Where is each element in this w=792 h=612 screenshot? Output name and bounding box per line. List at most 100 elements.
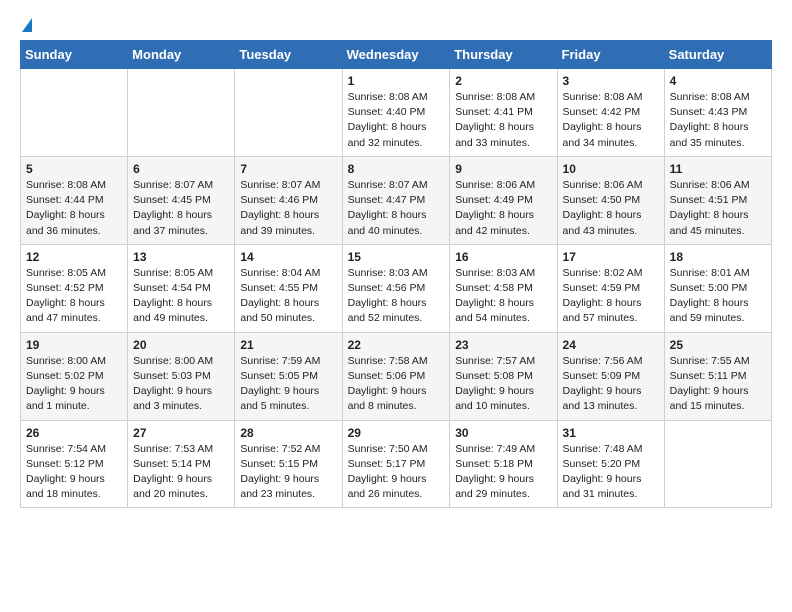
day-number: 21 <box>240 338 336 352</box>
day-info: Sunrise: 8:05 AM Sunset: 4:52 PM Dayligh… <box>26 266 122 327</box>
day-info: Sunrise: 8:03 AM Sunset: 4:58 PM Dayligh… <box>455 266 551 327</box>
day-number: 25 <box>670 338 766 352</box>
day-info: Sunrise: 7:57 AM Sunset: 5:08 PM Dayligh… <box>455 354 551 415</box>
calendar-cell: 12 Sunrise: 8:05 AM Sunset: 4:52 PM Dayli… <box>21 244 128 332</box>
calendar-table: SundayMondayTuesdayWednesdayThursdayFrid… <box>20 40 772 508</box>
calendar-header-row: SundayMondayTuesdayWednesdayThursdayFrid… <box>21 41 772 69</box>
day-number: 1 <box>348 74 445 88</box>
header <box>20 18 772 30</box>
day-info: Sunrise: 7:56 AM Sunset: 5:09 PM Dayligh… <box>563 354 659 415</box>
calendar-cell: 3Sunrise: 8:08 AM Sunset: 4:42 PM Daylig… <box>557 69 664 157</box>
calendar-week-row: 26 Sunrise: 7:54 AM Sunset: 5:12 PM Dayli… <box>21 420 772 508</box>
day-info: Sunrise: 8:02 AM Sunset: 4:59 PM Dayligh… <box>563 266 659 327</box>
day-number: 23 <box>455 338 551 352</box>
day-number: 27 <box>133 426 229 440</box>
day-number: 16 <box>455 250 551 264</box>
day-number: 20 <box>133 338 229 352</box>
calendar-cell: 26 Sunrise: 7:54 AM Sunset: 5:12 PM Dayli… <box>21 420 128 508</box>
day-number: 11 <box>670 162 766 176</box>
day-number: 10 <box>563 162 659 176</box>
day-info: Sunrise: 7:54 AM Sunset: 5:12 PM Dayligh… <box>26 442 122 503</box>
day-number: 5 <box>26 162 122 176</box>
day-number: 13 <box>133 250 229 264</box>
logo <box>20 18 32 30</box>
calendar-week-row: 19 Sunrise: 8:00 AM Sunset: 5:02 PM Dayli… <box>21 332 772 420</box>
calendar-week-row: 1 Sunrise: 8:08 AM Sunset: 4:40 PM Daylig… <box>21 69 772 157</box>
calendar-cell: 4Sunrise: 8:08 AM Sunset: 4:43 PM Daylig… <box>664 69 771 157</box>
day-info: Sunrise: 7:48 AM Sunset: 5:20 PM Dayligh… <box>563 442 659 503</box>
calendar-header-thursday: Thursday <box>450 41 557 69</box>
calendar-cell <box>128 69 235 157</box>
calendar-cell: 16 Sunrise: 8:03 AM Sunset: 4:58 PM Dayli… <box>450 244 557 332</box>
calendar-cell: 14Sunrise: 8:04 AM Sunset: 4:55 PM Dayli… <box>235 244 342 332</box>
calendar-cell: 8Sunrise: 8:07 AM Sunset: 4:47 PM Daylig… <box>342 156 450 244</box>
calendar-cell: 27 Sunrise: 7:53 AM Sunset: 5:14 PM Dayli… <box>128 420 235 508</box>
calendar-cell: 23 Sunrise: 7:57 AM Sunset: 5:08 PM Dayli… <box>450 332 557 420</box>
day-info: Sunrise: 7:49 AM Sunset: 5:18 PM Dayligh… <box>455 442 551 503</box>
calendar-header-saturday: Saturday <box>664 41 771 69</box>
calendar-cell: 18Sunrise: 8:01 AM Sunset: 5:00 PM Dayli… <box>664 244 771 332</box>
calendar-cell: 9 Sunrise: 8:06 AM Sunset: 4:49 PM Daylig… <box>450 156 557 244</box>
day-info: Sunrise: 8:03 AM Sunset: 4:56 PM Dayligh… <box>348 266 445 327</box>
day-number: 2 <box>455 74 551 88</box>
calendar-cell <box>664 420 771 508</box>
calendar-header-tuesday: Tuesday <box>235 41 342 69</box>
day-info: Sunrise: 8:00 AM Sunset: 5:02 PM Dayligh… <box>26 354 122 415</box>
calendar-cell: 6Sunrise: 8:07 AM Sunset: 4:45 PM Daylig… <box>128 156 235 244</box>
day-info: Sunrise: 8:08 AM Sunset: 4:41 PM Dayligh… <box>455 90 551 151</box>
day-number: 12 <box>26 250 122 264</box>
calendar-cell <box>21 69 128 157</box>
calendar-cell: 21 Sunrise: 7:59 AM Sunset: 5:05 PM Dayli… <box>235 332 342 420</box>
day-number: 17 <box>563 250 659 264</box>
day-number: 24 <box>563 338 659 352</box>
day-number: 9 <box>455 162 551 176</box>
calendar-header-friday: Friday <box>557 41 664 69</box>
logo-text <box>20 18 32 34</box>
calendar-header-sunday: Sunday <box>21 41 128 69</box>
day-info: Sunrise: 8:07 AM Sunset: 4:45 PM Dayligh… <box>133 178 229 239</box>
day-info: Sunrise: 8:04 AM Sunset: 4:55 PM Dayligh… <box>240 266 336 327</box>
calendar-cell: 10 Sunrise: 8:06 AM Sunset: 4:50 PM Dayli… <box>557 156 664 244</box>
day-number: 15 <box>348 250 445 264</box>
calendar-cell: 20 Sunrise: 8:00 AM Sunset: 5:03 PM Dayli… <box>128 332 235 420</box>
calendar-cell: 29 Sunrise: 7:50 AM Sunset: 5:17 PM Dayli… <box>342 420 450 508</box>
day-number: 4 <box>670 74 766 88</box>
calendar-cell: 17 Sunrise: 8:02 AM Sunset: 4:59 PM Dayli… <box>557 244 664 332</box>
calendar-cell: 5 Sunrise: 8:08 AM Sunset: 4:44 PM Daylig… <box>21 156 128 244</box>
calendar-week-row: 5 Sunrise: 8:08 AM Sunset: 4:44 PM Daylig… <box>21 156 772 244</box>
day-info: Sunrise: 8:00 AM Sunset: 5:03 PM Dayligh… <box>133 354 229 415</box>
day-number: 30 <box>455 426 551 440</box>
calendar-cell: 11 Sunrise: 8:06 AM Sunset: 4:51 PM Dayli… <box>664 156 771 244</box>
day-number: 8 <box>348 162 445 176</box>
day-info: Sunrise: 8:07 AM Sunset: 4:46 PM Dayligh… <box>240 178 336 239</box>
page: SundayMondayTuesdayWednesdayThursdayFrid… <box>0 0 792 526</box>
day-info: Sunrise: 8:06 AM Sunset: 4:49 PM Dayligh… <box>455 178 551 239</box>
calendar-cell: 22 Sunrise: 7:58 AM Sunset: 5:06 PM Dayli… <box>342 332 450 420</box>
day-info: Sunrise: 8:06 AM Sunset: 4:51 PM Dayligh… <box>670 178 766 239</box>
calendar-header-wednesday: Wednesday <box>342 41 450 69</box>
calendar-cell: 15 Sunrise: 8:03 AM Sunset: 4:56 PM Dayli… <box>342 244 450 332</box>
day-number: 22 <box>348 338 445 352</box>
day-info: Sunrise: 7:58 AM Sunset: 5:06 PM Dayligh… <box>348 354 445 415</box>
day-info: Sunrise: 7:52 AM Sunset: 5:15 PM Dayligh… <box>240 442 336 503</box>
day-number: 28 <box>240 426 336 440</box>
day-info: Sunrise: 8:08 AM Sunset: 4:44 PM Dayligh… <box>26 178 122 239</box>
day-info: Sunrise: 8:08 AM Sunset: 4:40 PM Dayligh… <box>348 90 445 151</box>
calendar-cell: 2 Sunrise: 8:08 AM Sunset: 4:41 PM Daylig… <box>450 69 557 157</box>
calendar-cell: 28 Sunrise: 7:52 AM Sunset: 5:15 PM Dayli… <box>235 420 342 508</box>
calendar-cell: 30 Sunrise: 7:49 AM Sunset: 5:18 PM Dayli… <box>450 420 557 508</box>
day-info: Sunrise: 7:53 AM Sunset: 5:14 PM Dayligh… <box>133 442 229 503</box>
day-number: 26 <box>26 426 122 440</box>
calendar-cell: 19 Sunrise: 8:00 AM Sunset: 5:02 PM Dayli… <box>21 332 128 420</box>
day-info: Sunrise: 7:50 AM Sunset: 5:17 PM Dayligh… <box>348 442 445 503</box>
day-number: 7 <box>240 162 336 176</box>
day-info: Sunrise: 7:59 AM Sunset: 5:05 PM Dayligh… <box>240 354 336 415</box>
calendar-cell: 1 Sunrise: 8:08 AM Sunset: 4:40 PM Daylig… <box>342 69 450 157</box>
day-info: Sunrise: 8:01 AM Sunset: 5:00 PM Dayligh… <box>670 266 766 327</box>
day-info: Sunrise: 8:05 AM Sunset: 4:54 PM Dayligh… <box>133 266 229 327</box>
day-number: 19 <box>26 338 122 352</box>
calendar-cell: 13 Sunrise: 8:05 AM Sunset: 4:54 PM Dayli… <box>128 244 235 332</box>
calendar-week-row: 12 Sunrise: 8:05 AM Sunset: 4:52 PM Dayli… <box>21 244 772 332</box>
day-info: Sunrise: 8:06 AM Sunset: 4:50 PM Dayligh… <box>563 178 659 239</box>
day-number: 29 <box>348 426 445 440</box>
